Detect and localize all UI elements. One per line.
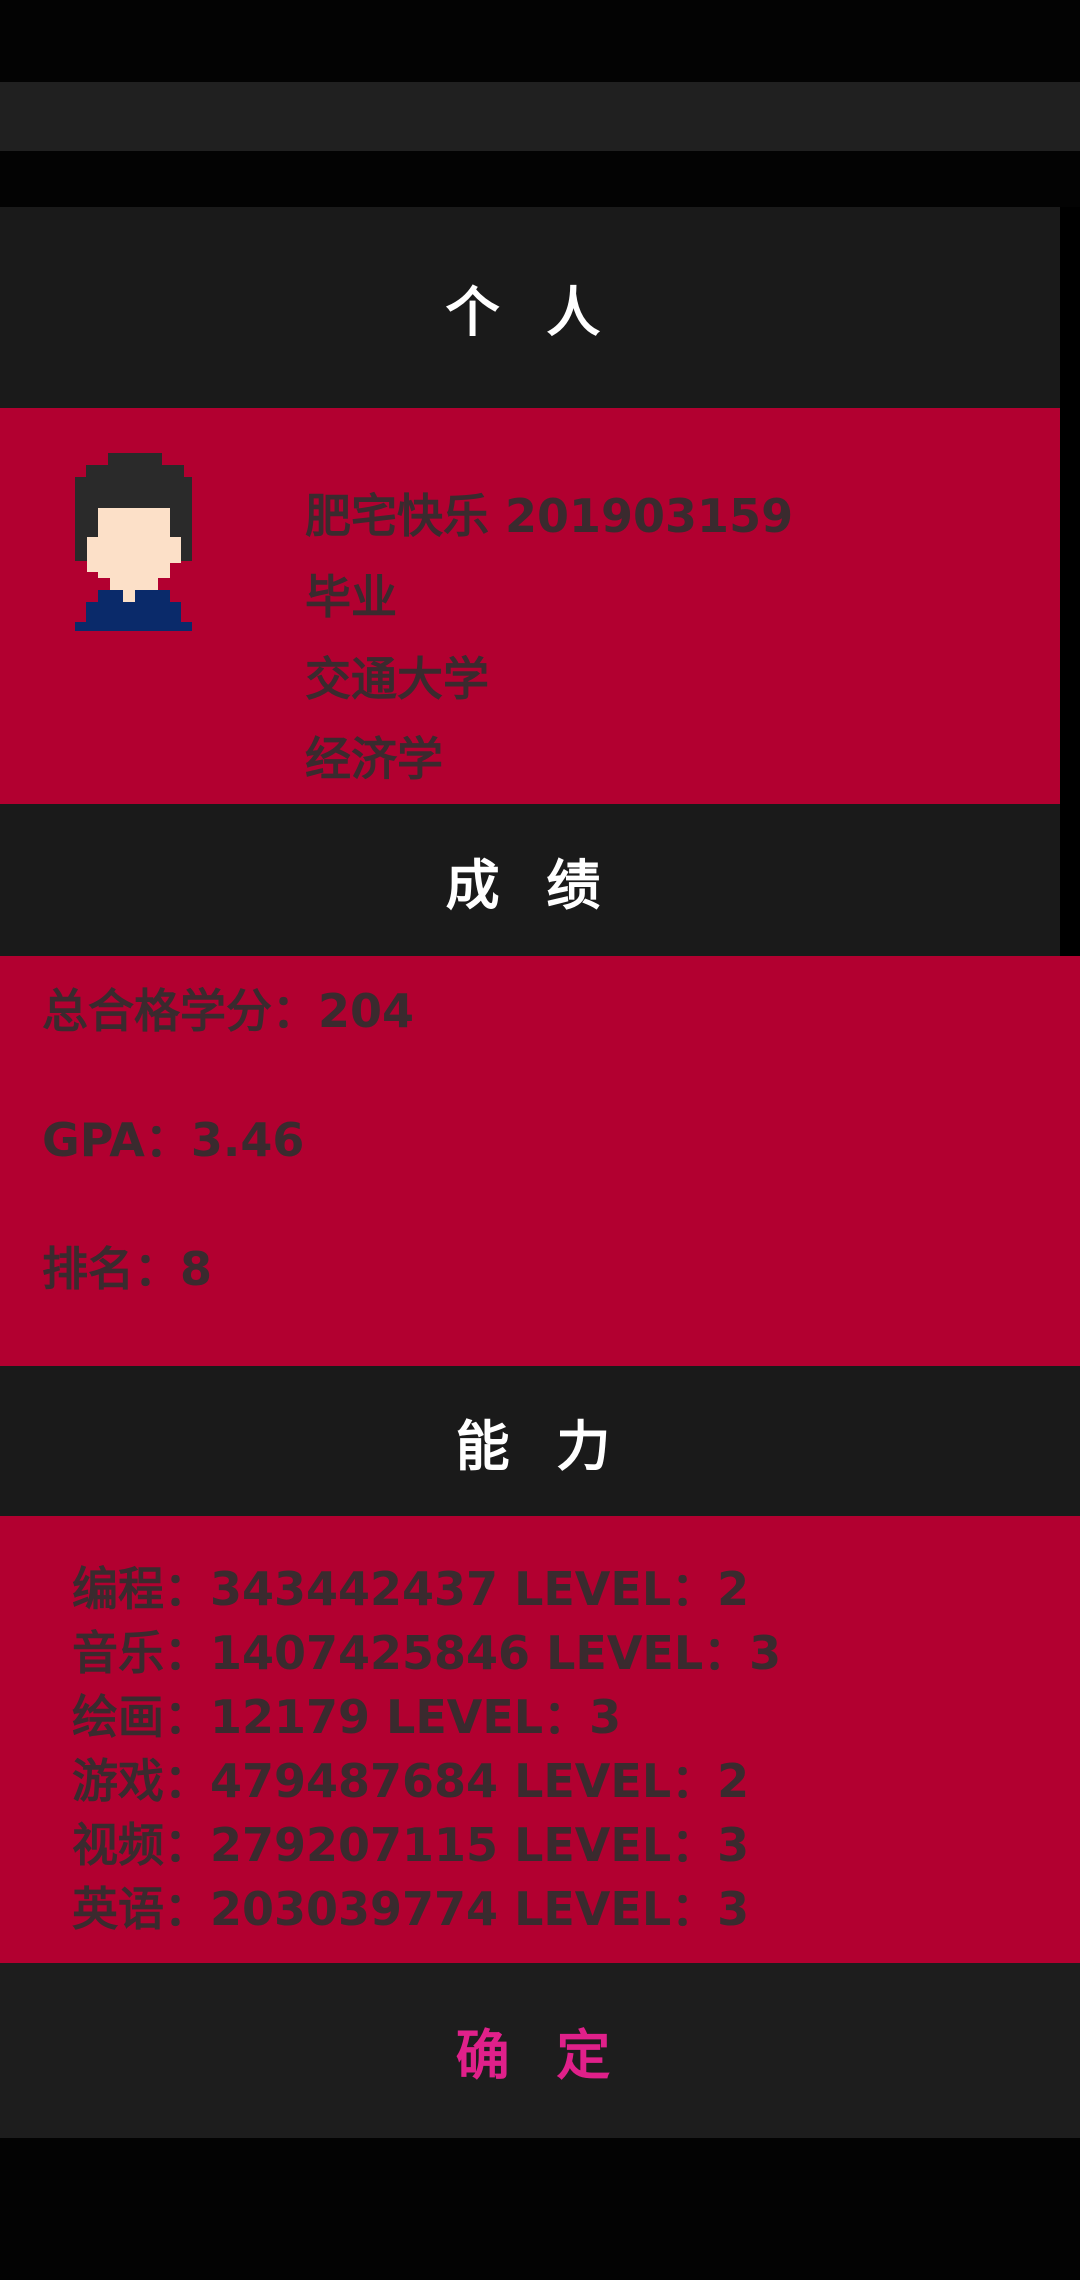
header-grades: 成 绩 bbox=[0, 804, 1060, 956]
rank-value: 排名：8 bbox=[42, 1242, 213, 1296]
profile-name-id: 肥宅快乐 201903159 bbox=[305, 489, 794, 543]
ability-music: 音乐：1407425846 LEVEL：3 bbox=[72, 1626, 782, 1680]
confirm-button[interactable]: 确 定 bbox=[0, 1963, 1080, 2138]
profile-school: 交通大学 bbox=[305, 652, 489, 706]
ability-video: 视频：279207115 LEVEL：3 bbox=[72, 1818, 750, 1872]
profile-status: 毕业 bbox=[305, 570, 397, 624]
top-status-bar bbox=[0, 82, 1080, 151]
gpa-value: GPA：3.46 bbox=[42, 1113, 305, 1167]
header-personal: 个 人 bbox=[0, 207, 1060, 408]
profile-major: 经济学 bbox=[305, 732, 443, 786]
pixel-student-avatar-icon bbox=[75, 453, 192, 631]
bottom-bar bbox=[0, 2138, 1080, 2280]
ability-programming: 编程：343442437 LEVEL：2 bbox=[72, 1562, 750, 1616]
ability-english: 英语：203039774 LEVEL：3 bbox=[72, 1882, 750, 1936]
total-credits: 总合格学分：204 bbox=[42, 984, 415, 1038]
ability-gaming: 游戏：479487684 LEVEL：2 bbox=[72, 1754, 750, 1808]
header-abilities: 能 力 bbox=[0, 1366, 1080, 1516]
ability-drawing: 绘画：12179 LEVEL：3 bbox=[72, 1690, 622, 1744]
